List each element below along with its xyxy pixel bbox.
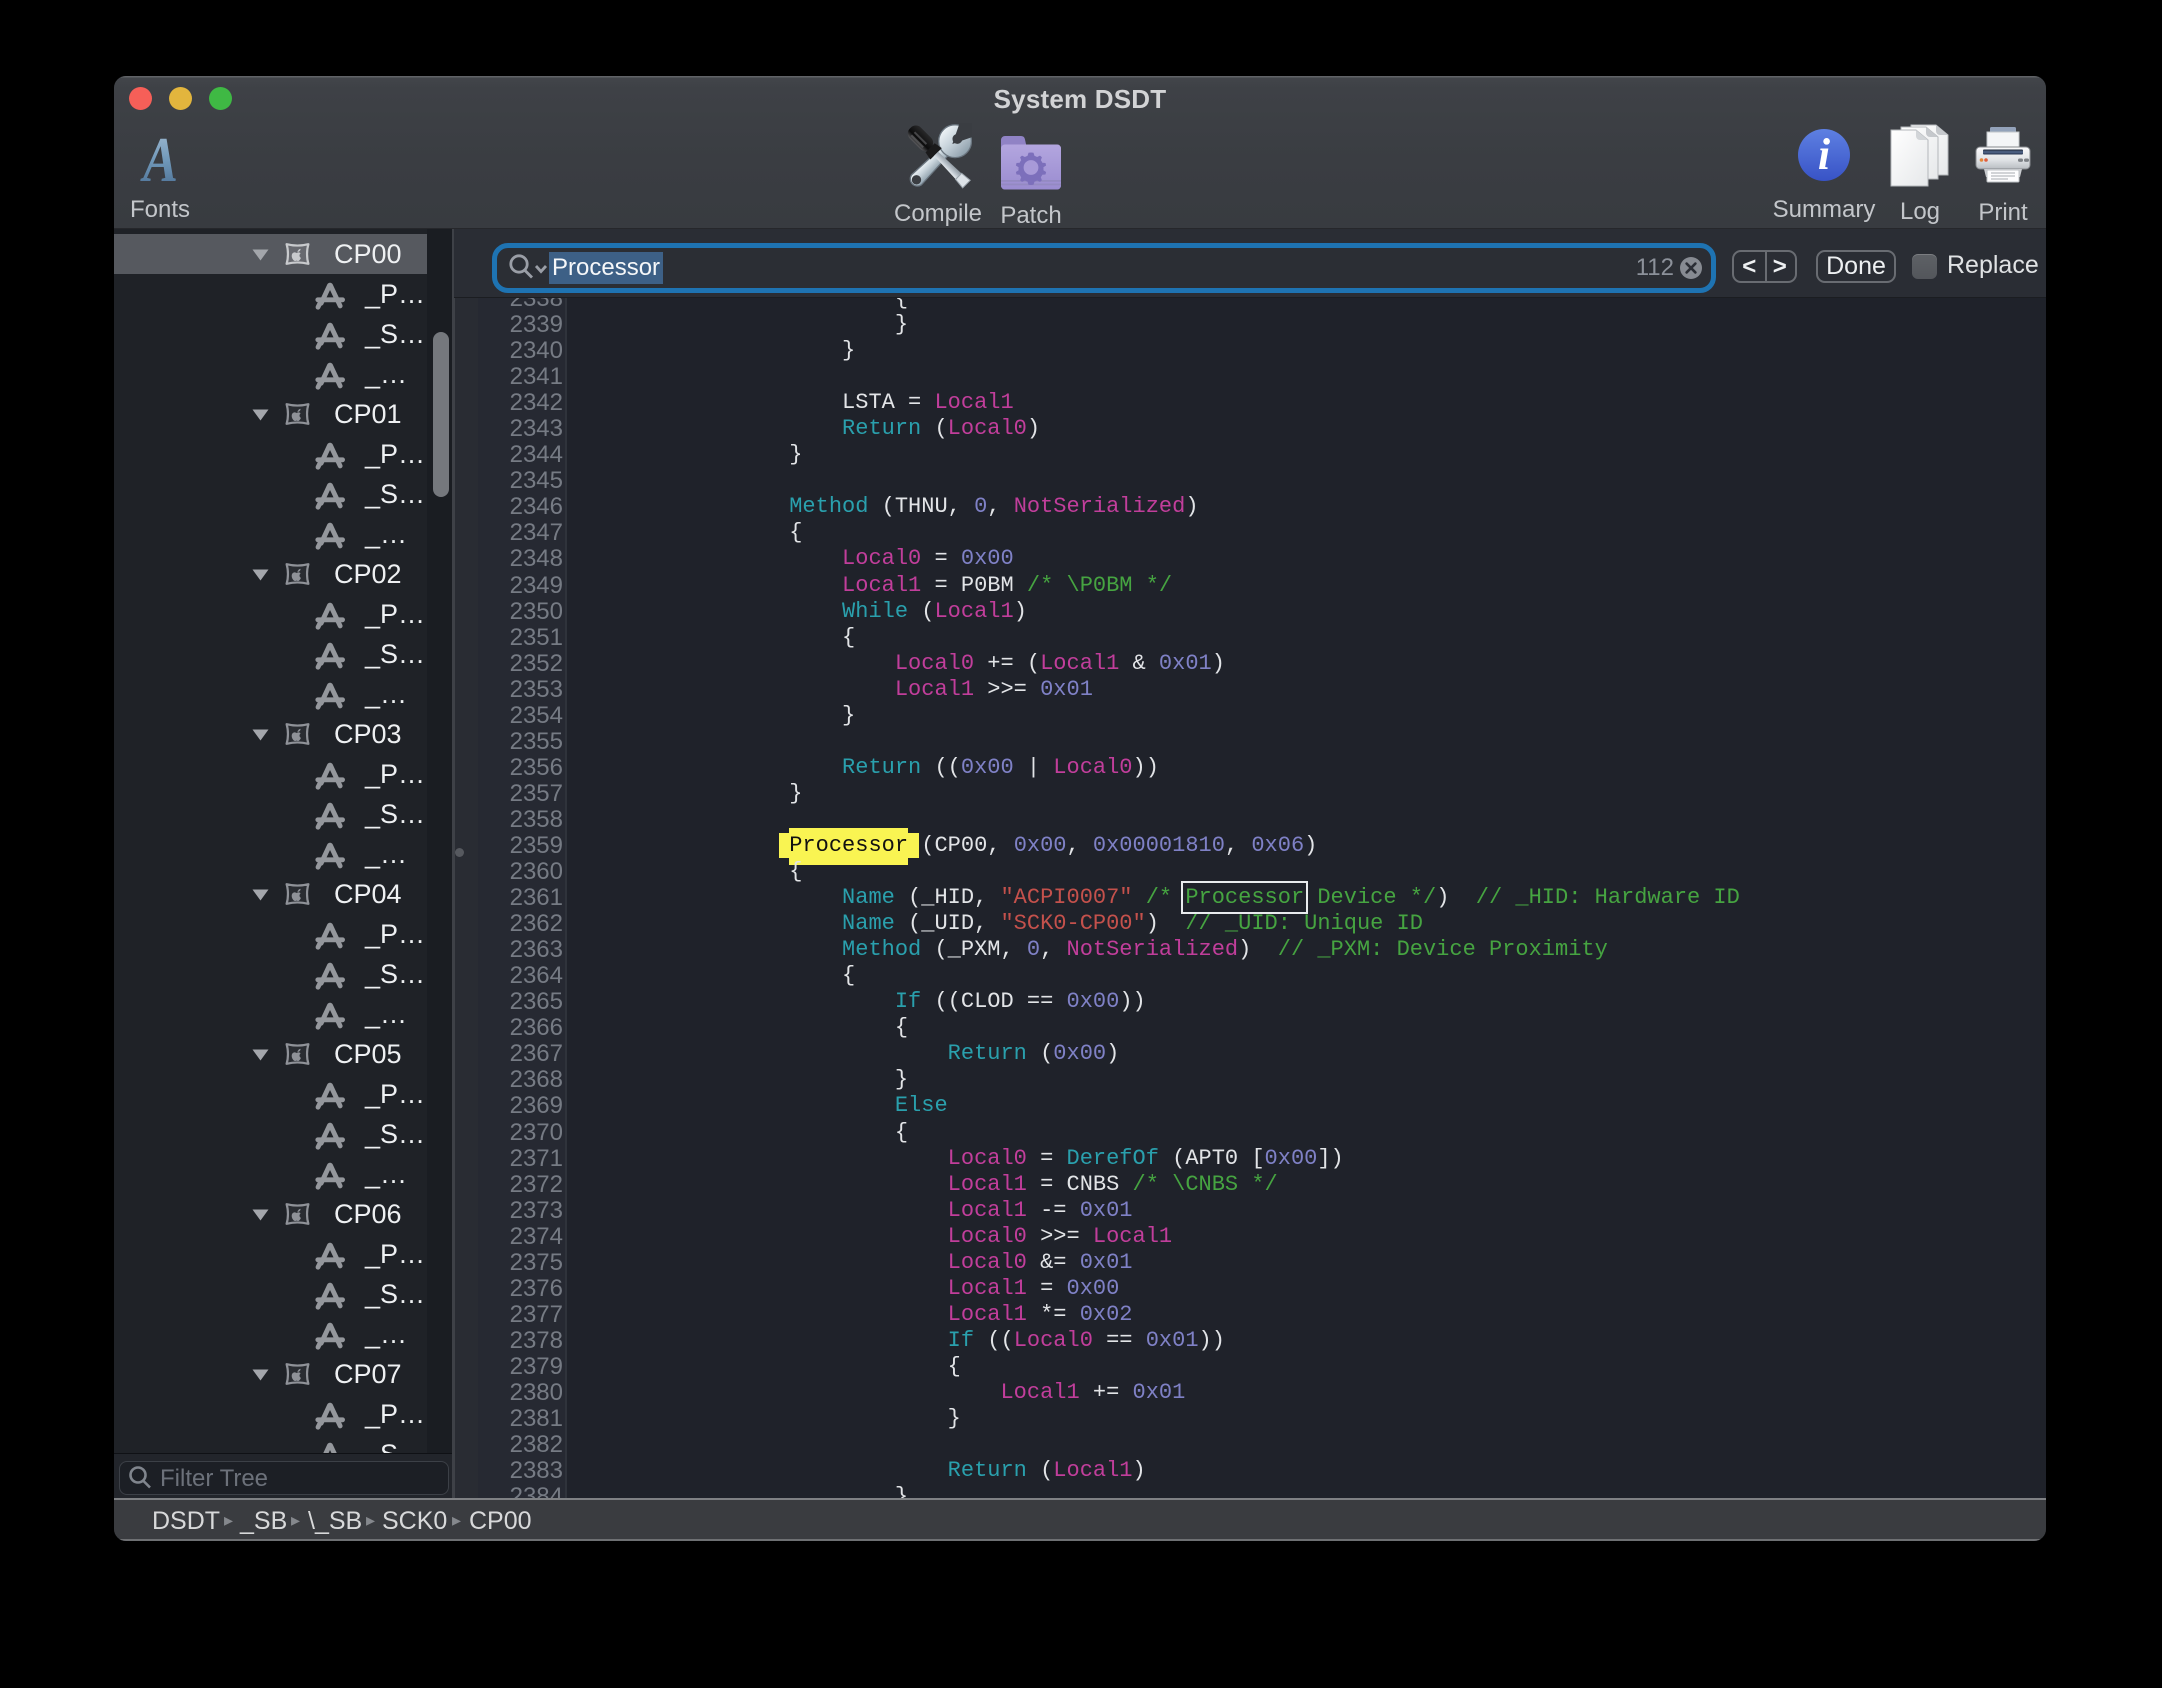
svg-text:i: i xyxy=(1818,130,1831,179)
svg-text:A: A xyxy=(139,132,178,190)
